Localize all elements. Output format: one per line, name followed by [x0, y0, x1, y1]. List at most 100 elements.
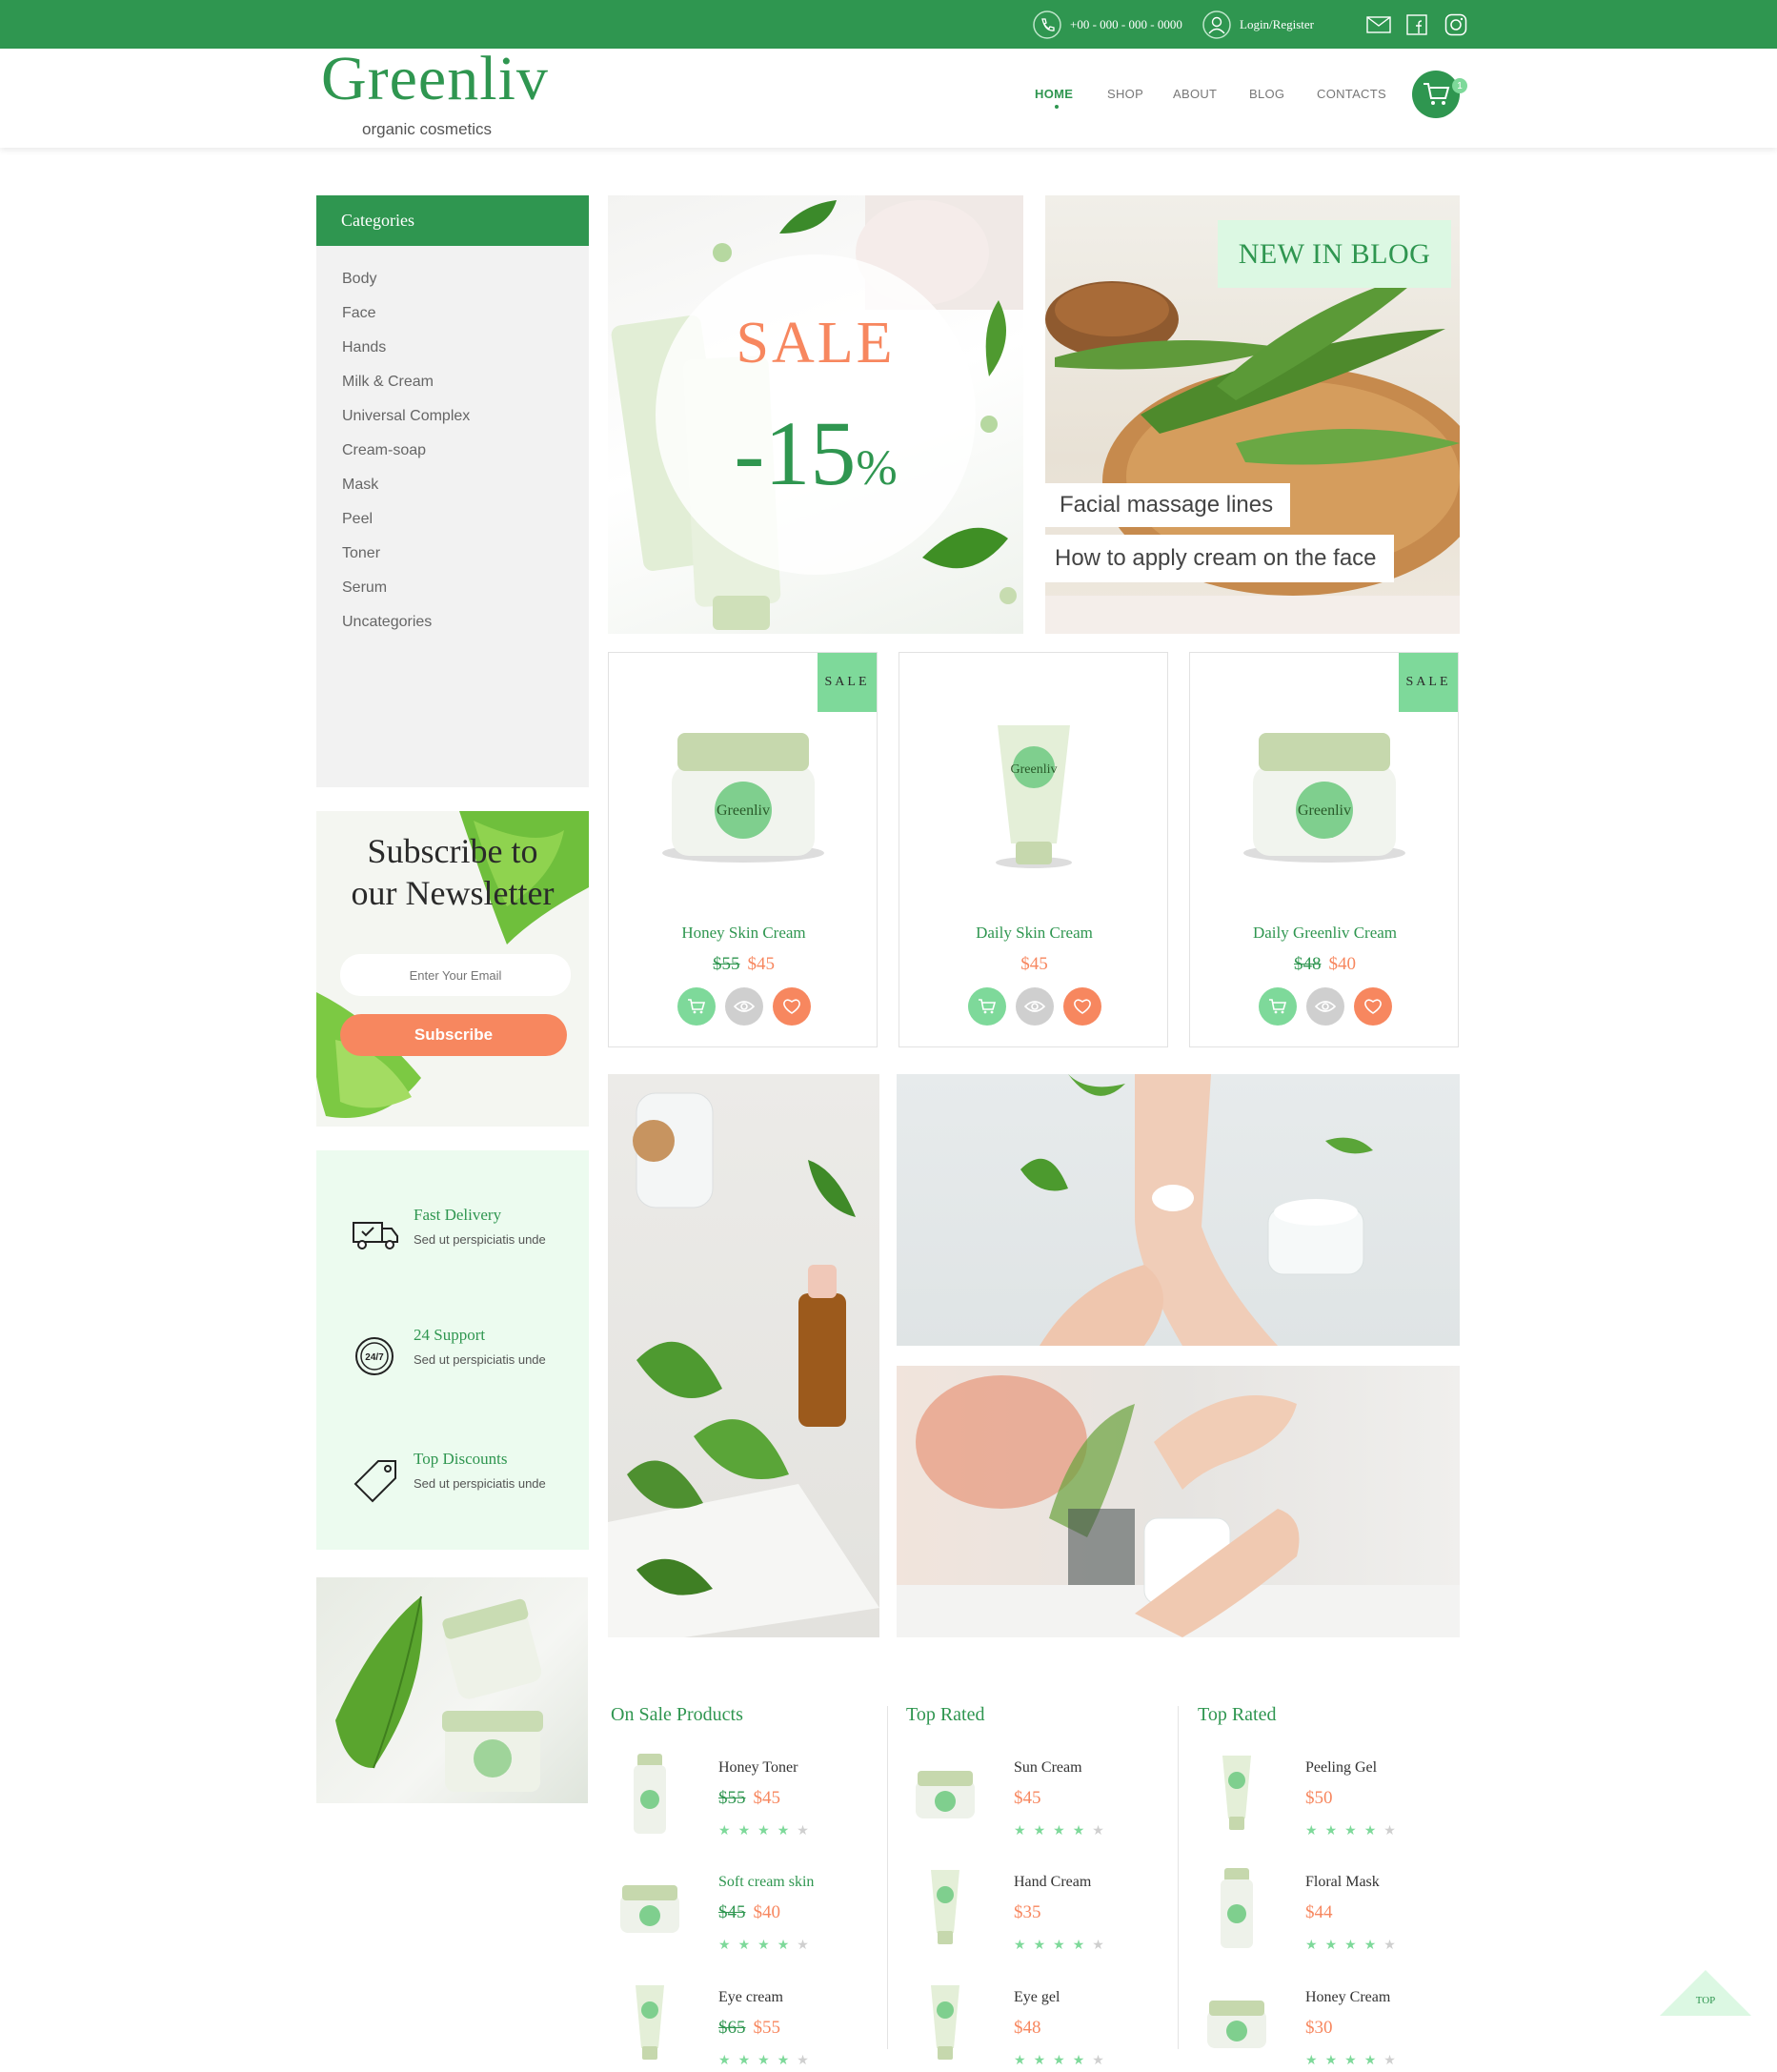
category-item-peel[interactable]: Peel: [342, 502, 470, 537]
list-item-price: $45 $40: [718, 1902, 780, 1923]
category-item-milk-cream[interactable]: Milk & Cream: [342, 365, 470, 399]
newsletter-title: Subscribe to our Newsletter: [316, 830, 589, 914]
category-item-toner[interactable]: Toner: [342, 537, 470, 571]
list-item-name[interactable]: Eye cream: [718, 1989, 783, 2006]
star-icon: ★: [1305, 2052, 1325, 2067]
nav-blog[interactable]: BLOG: [1249, 87, 1284, 101]
sale-banner[interactable]: SALE -15%: [608, 195, 1023, 634]
tube-thumbnail[interactable]: [1203, 1752, 1270, 1842]
tube-thumbnail[interactable]: [912, 1866, 979, 1957]
star-icon: ★: [1344, 1937, 1364, 1952]
bottle-thumbnail[interactable]: [1203, 1866, 1270, 1957]
product-image-tube: Greenliv: [996, 725, 1072, 868]
category-item-mask[interactable]: Mask: [342, 468, 470, 502]
add-to-cart-button[interactable]: [676, 987, 716, 1026]
nav-about[interactable]: ABOUT: [1173, 87, 1217, 101]
nav-home[interactable]: HOME: [1035, 87, 1073, 101]
list-item-name[interactable]: Sun Cream: [1014, 1759, 1082, 1777]
jar-thumbnail[interactable]: [616, 1866, 683, 1957]
list-title-top-rated: Top Rated: [906, 1704, 985, 1725]
star-icon: ★: [737, 1822, 758, 1838]
star-icon: ★: [1305, 1822, 1325, 1838]
jar-thumbnail[interactable]: [1203, 1981, 1270, 2072]
category-item-uncategories[interactable]: Uncategories: [342, 605, 470, 640]
cart-button[interactable]: [1412, 71, 1460, 118]
add-to-cart-button[interactable]: [1258, 987, 1297, 1026]
list-title-top-rated-2: Top Rated: [1198, 1704, 1277, 1725]
star-icon: ★: [1092, 2052, 1112, 2067]
old-price: $65: [718, 2018, 746, 2038]
eye-icon: [733, 1001, 755, 1012]
quick-view-button[interactable]: [1305, 987, 1344, 1026]
wishlist-button[interactable]: [1062, 987, 1101, 1026]
wishlist-button[interactable]: [772, 987, 811, 1026]
product-name[interactable]: Honey Skin Cream: [609, 924, 878, 943]
product-name[interactable]: Daily Skin Cream: [899, 924, 1169, 943]
facebook-link[interactable]: [1406, 0, 1427, 49]
nav-contacts[interactable]: CONTACTS: [1317, 87, 1386, 101]
categories-panel: Body Face Hands Milk & Cream Universal C…: [316, 246, 589, 787]
product-name[interactable]: Daily Greenliv Cream: [1190, 924, 1460, 943]
product-card[interactable]: SALE Greenliv Honey Skin Cream $55 $45: [608, 652, 878, 1047]
star-icon: ★: [1072, 2052, 1093, 2067]
product-card[interactable]: SALE Greenliv Daily Greenliv Cream $48 $4…: [1189, 652, 1459, 1047]
mail-link[interactable]: [1366, 0, 1391, 49]
category-item-universal-complex[interactable]: Universal Complex: [342, 399, 470, 434]
mail-icon: [1366, 15, 1391, 33]
eye-icon: [1314, 1001, 1336, 1012]
blog-post-link-massage[interactable]: Facial massage lines: [1045, 483, 1291, 527]
site-logo[interactable]: Greenliv: [321, 48, 549, 111]
list-item-name[interactable]: Eye gel: [1014, 1989, 1060, 2006]
bottle-thumbnail[interactable]: [616, 1752, 683, 1842]
nav-shop[interactable]: SHOP: [1107, 87, 1143, 101]
category-item-serum[interactable]: Serum: [342, 571, 470, 605]
list-item-name[interactable]: Peeling Gel: [1305, 1759, 1377, 1777]
old-price: $55: [713, 954, 740, 974]
back-to-top-button[interactable]: TOP: [1656, 1966, 1755, 2018]
feature-title: Top Discounts: [414, 1450, 508, 1468]
phone-contact[interactable]: +00 - 000 - 000 - 0000: [1032, 0, 1182, 49]
list-item-price: $65 $55: [718, 2018, 780, 2039]
list-item-name[interactable]: Honey Cream: [1305, 1989, 1390, 2006]
star-icon: ★: [1092, 1937, 1112, 1952]
star-icon: ★: [1305, 1937, 1325, 1952]
instagram-link[interactable]: [1444, 0, 1467, 49]
quick-view-button[interactable]: [1015, 987, 1054, 1026]
star-icon: ★: [1344, 2052, 1364, 2067]
product-price: $45: [899, 954, 1169, 975]
newsletter-email-input[interactable]: [340, 954, 571, 996]
current-price: $45: [1014, 1788, 1041, 1808]
old-price: $45: [718, 1902, 746, 1922]
category-item-cream-soap[interactable]: Cream-soap: [342, 434, 470, 468]
product-card[interactable]: Greenliv Daily Skin Cream $45: [899, 652, 1168, 1047]
current-price: $45: [747, 954, 776, 974]
category-item-face[interactable]: Face: [342, 296, 470, 331]
star-icon: ★: [1324, 1822, 1345, 1838]
current-price: $48: [1014, 2018, 1041, 2038]
list-item-name[interactable]: Honey Toner: [718, 1759, 798, 1777]
list-item-name[interactable]: Hand Cream: [1014, 1874, 1091, 1891]
quick-view-button[interactable]: [724, 987, 763, 1026]
blog-post-link-apply-cream[interactable]: How to apply cream on the face: [1045, 535, 1394, 582]
truck-icon: [353, 1222, 398, 1249]
list-item-name[interactable]: Floral Mask: [1305, 1874, 1380, 1891]
phone-number: +00 - 000 - 000 - 0000: [1070, 16, 1182, 31]
login-register-link[interactable]: Login/Register: [1201, 0, 1314, 49]
site-header: [0, 49, 1777, 148]
tube-thumbnail[interactable]: [912, 1981, 979, 2072]
tube-thumbnail[interactable]: [616, 1981, 683, 2072]
star-icon: ★: [777, 2052, 798, 2067]
top-bar: +00 - 000 - 000 - 0000 Login/Register: [0, 0, 1777, 49]
star-icon: ★: [1363, 1822, 1384, 1838]
category-item-body[interactable]: Body: [342, 262, 470, 296]
current-price: $45: [1020, 954, 1048, 974]
add-to-cart-button[interactable]: [967, 987, 1006, 1026]
current-price: $40: [1328, 954, 1357, 974]
gallery-image-serum: [608, 1074, 879, 1637]
list-item-name[interactable]: Soft cream skin: [718, 1874, 814, 1891]
product-actions: [609, 987, 878, 1026]
category-item-hands[interactable]: Hands: [342, 331, 470, 365]
subscribe-button[interactable]: Subscribe: [340, 1014, 567, 1056]
jar-thumbnail[interactable]: [912, 1752, 979, 1842]
wishlist-button[interactable]: [1353, 987, 1392, 1026]
